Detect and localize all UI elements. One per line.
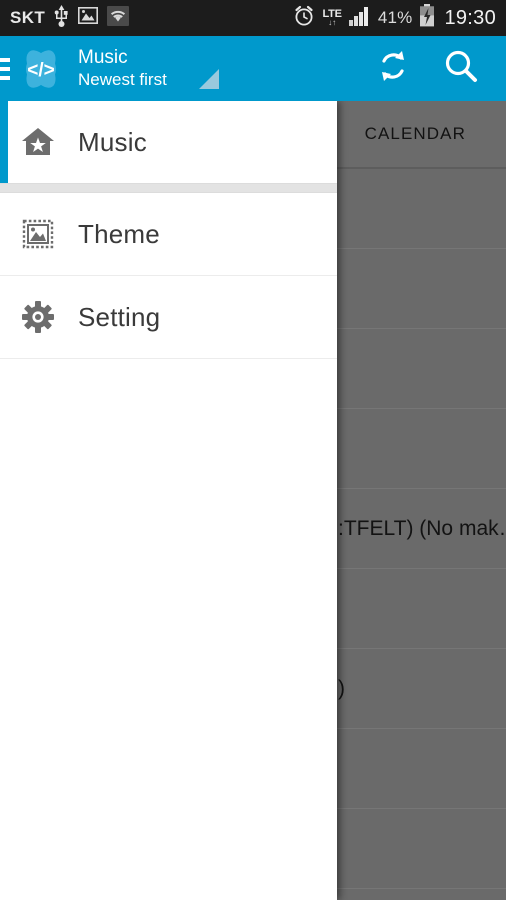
gear-icon (21, 300, 55, 334)
image-icon (78, 7, 99, 29)
home-star-icon (21, 125, 55, 159)
search-icon[interactable] (442, 47, 480, 90)
network-type-indicator: LTE ↓↑ (322, 9, 342, 27)
drawer-item-label: Music (78, 126, 147, 157)
status-bar-left: SKT (10, 4, 130, 32)
network-arrows-icon: ↓↑ (328, 18, 337, 27)
drawer-item-theme[interactable]: Theme (0, 193, 337, 275)
status-bar-right: LTE ↓↑ 41% 19:30 (293, 4, 496, 32)
picture-stamp-icon (21, 217, 55, 251)
status-bar: SKT LTE ↓↑ 41% 19:30 (0, 0, 506, 36)
drawer-item-setting[interactable]: Setting (0, 276, 337, 358)
drawer-group-divider (0, 183, 337, 193)
hamburger-menu-icon[interactable] (0, 36, 10, 101)
app-bar-title-block[interactable]: Music Newest first (78, 47, 167, 91)
hamburger-bar (0, 57, 10, 62)
tab-calendar[interactable]: CALENDAR (365, 124, 506, 144)
battery-charging-icon (419, 4, 435, 32)
app-logo-code-icon: </> (18, 46, 64, 92)
drawer-empty-area (0, 359, 337, 900)
app-bar: </> Music Newest first (0, 36, 506, 101)
usb-icon (54, 4, 69, 32)
refresh-sync-icon[interactable] (374, 47, 412, 90)
app-bar-actions (374, 47, 506, 90)
battery-percent-label: 41% (377, 8, 413, 27)
svg-text:</>: </> (27, 60, 54, 81)
drawer-item-music[interactable]: Music (0, 101, 337, 183)
drawer-item-label: Theme (78, 218, 160, 249)
list-item-text: :TFELT) (No mak… (338, 516, 506, 540)
sort-mode-label: Newest first (78, 69, 167, 89)
sort-triangle-icon[interactable] (198, 68, 219, 89)
page-title: Music (78, 46, 128, 68)
wifi-icon (107, 5, 130, 31)
alarm-clock-icon (293, 5, 315, 32)
carrier-label: SKT (10, 8, 46, 27)
hamburger-bar (0, 66, 10, 71)
list-item-text: ) (338, 676, 345, 700)
clock-label: 19:30 (444, 6, 496, 29)
signal-bars-icon (348, 6, 371, 31)
phone-screen: SKT LTE ↓↑ 41% 19:30 </> Music Newest fi… (0, 0, 506, 900)
navigation-drawer: Music Theme Setting (0, 101, 337, 900)
hamburger-bar (0, 75, 10, 80)
drawer-item-label: Setting (78, 301, 161, 332)
